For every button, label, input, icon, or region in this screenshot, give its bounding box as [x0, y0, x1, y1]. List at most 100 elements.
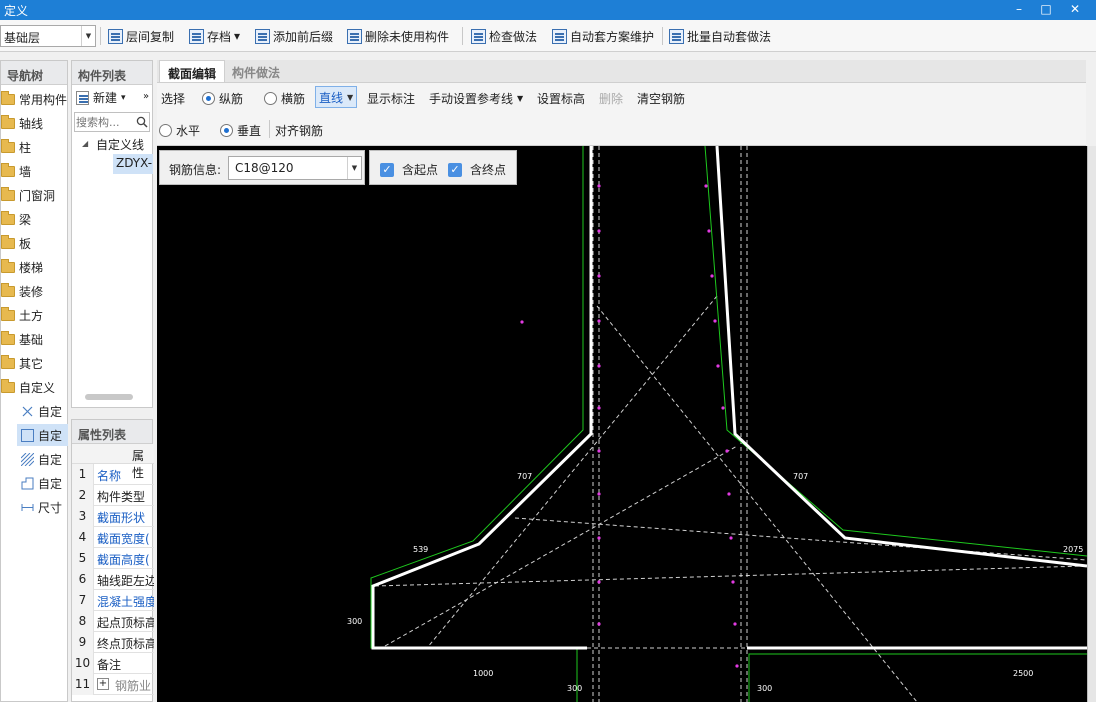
close-button[interactable]: ✕: [1062, 0, 1088, 20]
property-row[interactable]: 2 构件类型: [72, 485, 154, 506]
checkbox-checked-icon: ✓: [448, 162, 462, 177]
folder-open-icon: [1, 378, 15, 393]
transverse-radio[interactable]: 横筋: [264, 90, 305, 107]
new-component-button[interactable]: 新建 ▾: [76, 89, 126, 106]
search-icon[interactable]: [136, 116, 148, 128]
copy-floor-label: 层间复制: [126, 29, 175, 44]
nav-item-foundation[interactable]: 基础: [1, 328, 43, 350]
delete-unused-icon: [347, 28, 362, 44]
folder-icon: [1, 282, 15, 297]
search-input[interactable]: [76, 114, 134, 130]
nav-item-other[interactable]: 其它: [1, 352, 43, 374]
maximize-button[interactable]: □: [1033, 0, 1059, 20]
nav-subitem-custom-area[interactable]: 自定: [20, 448, 63, 470]
delete-unused-button[interactable]: 删除未使用构件: [347, 26, 449, 46]
nav-item-label: 其它: [19, 356, 44, 371]
tree-parent-label[interactable]: 自定义线: [96, 136, 144, 153]
select-button[interactable]: 选择: [161, 90, 185, 107]
nav-item-column[interactable]: 柱: [1, 136, 31, 158]
line-mode-dropdown[interactable]: 直线 ▼: [315, 86, 358, 108]
property-row[interactable]: 5 截面高度(: [72, 548, 154, 569]
clear-rebar-button[interactable]: 清空钢筋: [637, 90, 685, 107]
nav-subitem-label: 自定: [38, 476, 63, 491]
reference-line: [596, 305, 918, 702]
layer-select[interactable]: 基础层 ▼: [0, 25, 96, 47]
nav-subitem-label: 自定: [38, 452, 63, 467]
property-row[interactable]: 7 混凝土强度: [72, 590, 154, 611]
dimension-label: 300: [347, 617, 362, 626]
nav-item-slab[interactable]: 板: [1, 232, 31, 254]
batch-auto-button[interactable]: 批量自动套做法: [669, 26, 771, 46]
property-row[interactable]: 10 备注: [72, 653, 154, 674]
toolbar-divider: [462, 27, 463, 45]
nav-subitem-label: 尺寸: [38, 500, 63, 515]
nav-item-common[interactable]: 常用构件: [1, 88, 67, 110]
property-row[interactable]: 1 名称: [72, 464, 154, 485]
row-number: 4: [72, 527, 94, 548]
property-name: 截面形状: [97, 511, 146, 525]
row-number: 9: [72, 632, 94, 653]
folder-icon: [1, 234, 15, 249]
nav-item-label: 墙: [19, 164, 32, 179]
longitudinal-radio[interactable]: 纵筋: [202, 90, 243, 107]
nav-subitem-label: 自定: [38, 404, 63, 419]
nav-item-stairs[interactable]: 楼梯: [1, 256, 43, 278]
property-row[interactable]: 9 终点顶标高: [72, 632, 154, 653]
component-list-header: 构件列表: [72, 61, 152, 85]
nav-subitem-custom-line[interactable]: 自定: [17, 424, 68, 446]
horizontal-radio[interactable]: 水平: [159, 122, 200, 139]
minimize-button[interactable]: –: [1006, 0, 1032, 20]
manual-ref-line-dropdown[interactable]: 手动设置参考线 ▼: [429, 90, 523, 107]
horizontal-label: 水平: [176, 124, 201, 138]
more-button[interactable]: »: [143, 91, 149, 102]
line-icon: [21, 428, 34, 442]
nav-item-openings[interactable]: 门窗洞: [1, 184, 55, 206]
tree-child-item[interactable]: ZDYX-: [113, 154, 153, 174]
component-search[interactable]: [74, 112, 150, 132]
property-name: 混凝土强度: [97, 595, 154, 609]
dimension-label: 539: [413, 545, 428, 554]
toolbar-divider: [100, 27, 101, 45]
nav-item-wall[interactable]: 墙: [1, 160, 31, 182]
nav-subitem-dimension[interactable]: 尺寸: [21, 496, 62, 518]
nav-subitem-custom-point[interactable]: 自定: [21, 400, 62, 422]
vertical-radio[interactable]: 垂直: [220, 122, 261, 139]
nav-item-decoration[interactable]: 装修: [1, 280, 43, 302]
dimension-label: 300: [567, 684, 582, 693]
copy-floor-button[interactable]: 层间复制: [108, 26, 174, 46]
drawing-canvas[interactable]: 707 707 539 2075 300 1000 300 300 2500 钢…: [157, 146, 1087, 702]
check-method-button[interactable]: 检查做法: [471, 26, 537, 46]
property-row[interactable]: 6 轴线距左边: [72, 569, 154, 590]
property-row[interactable]: 11 + 钢筋业: [72, 674, 154, 695]
nav-subitem-custom-section[interactable]: 自定: [21, 472, 62, 494]
concrete-outline: [371, 146, 593, 650]
nav-item-label: 轴线: [19, 116, 44, 131]
nav-item-custom[interactable]: 自定义: [1, 376, 55, 398]
nav-item-beam[interactable]: 梁: [1, 208, 31, 230]
property-row[interactable]: 4 截面宽度(: [72, 527, 154, 548]
row-number: 1: [72, 464, 94, 485]
include-end-checkbox[interactable]: ✓ 含终点: [448, 161, 506, 178]
property-row[interactable]: 8 起点顶标高: [72, 611, 154, 632]
toolbar-divider: [269, 120, 270, 138]
collapse-icon[interactable]: ◢: [82, 139, 88, 148]
tab-component-method[interactable]: 构件做法: [224, 60, 288, 82]
nav-item-earthwork[interactable]: 土方: [1, 304, 43, 326]
tab-section-edit[interactable]: 截面编辑: [159, 60, 226, 82]
align-rebar-button[interactable]: 对齐钢筋: [275, 122, 323, 139]
expand-icon[interactable]: +: [97, 678, 109, 690]
include-start-label: 含起点: [402, 163, 439, 177]
add-prefix-suffix-button[interactable]: 添加前后缀: [255, 26, 333, 46]
auto-scheme-button[interactable]: 自动套方案维护: [552, 26, 654, 46]
nav-item-label: 门窗洞: [19, 188, 56, 203]
archive-button[interactable]: 存档 ▾: [189, 26, 240, 46]
show-labels-button[interactable]: 显示标注: [367, 90, 415, 107]
horizontal-scrollbar[interactable]: [85, 394, 133, 400]
include-start-checkbox[interactable]: ✓ 含起点: [380, 161, 438, 178]
nav-item-axis[interactable]: 轴线: [1, 112, 43, 134]
delete-button[interactable]: 删除: [599, 90, 623, 107]
property-row[interactable]: 3 截面形状: [72, 506, 154, 527]
nav-item-label: 柱: [19, 140, 32, 155]
rebar-info-select[interactable]: C18@120 ▼: [228, 156, 362, 180]
set-elevation-button[interactable]: 设置标高: [537, 90, 585, 107]
